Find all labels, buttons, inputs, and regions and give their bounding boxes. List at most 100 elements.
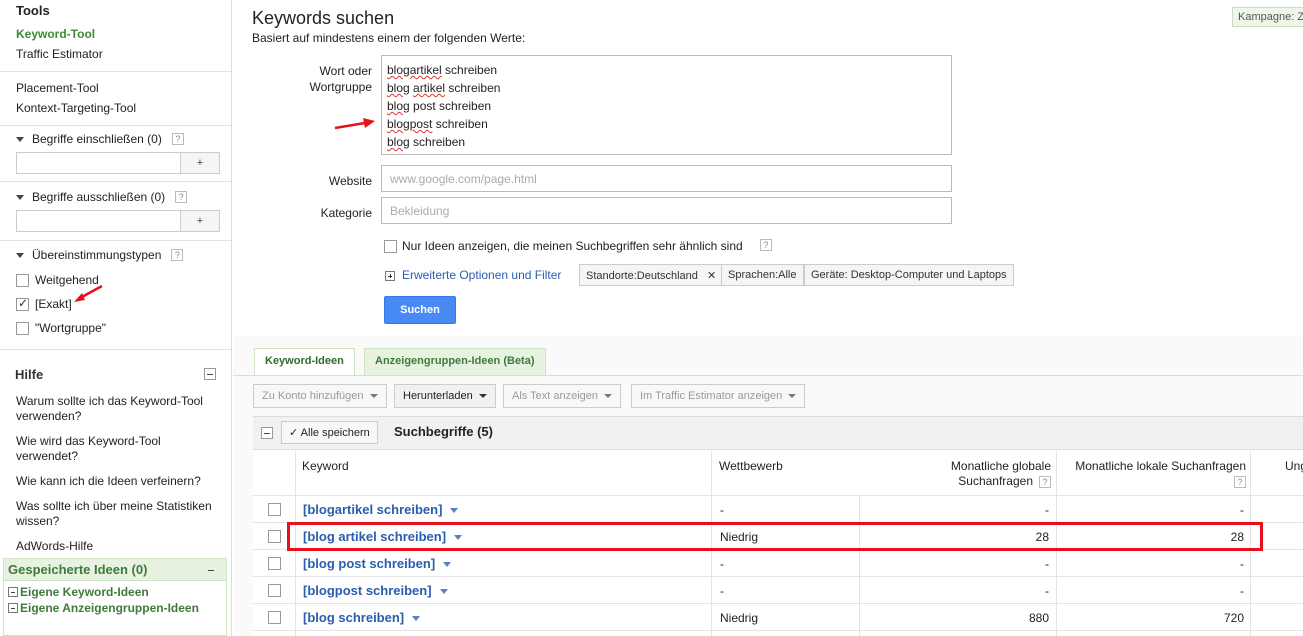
website-input[interactable]: www.google.com/page.html	[381, 165, 952, 192]
search-button[interactable]: Suchen	[384, 296, 456, 324]
save-all-label: Alle speichern	[300, 427, 370, 439]
website-label: Website	[328, 174, 372, 188]
chip-language[interactable]: Sprachen:Alle	[721, 264, 804, 286]
include-add-button[interactable]: +	[180, 152, 220, 174]
help-icon[interactable]: ?	[1234, 476, 1246, 488]
col-global-searches[interactable]: Monatliche globale Suchanfragen?	[900, 459, 1051, 489]
dropdown-arrow-icon[interactable]	[412, 616, 421, 622]
exclude-terms-input[interactable]	[16, 210, 181, 232]
dropdown-arrow-icon[interactable]	[443, 562, 452, 568]
keyword-line: blog post schreiben	[387, 97, 946, 115]
global-searches-cell: -	[1045, 557, 1049, 571]
expand-plus-icon[interactable]	[385, 271, 395, 281]
help-icon[interactable]: ?	[171, 133, 184, 145]
col-global-line-2: Suchanfragen	[958, 474, 1033, 488]
caret-down-icon	[604, 394, 613, 399]
help-link-refine[interactable]: Wie kann ich die Ideen verfeinern?	[16, 474, 226, 489]
check-icon: ✓	[289, 427, 301, 439]
row-checkbox[interactable]	[268, 503, 281, 516]
match-broad-checkbox[interactable]	[16, 274, 29, 287]
tab-adgroup-ideas[interactable]: Anzeigengruppen-Ideen (Beta)	[364, 348, 546, 376]
local-searches-cell: -	[1240, 584, 1244, 598]
saved-keyword-ideas-label: Eigene Keyword-Ideen	[20, 585, 149, 599]
help-icon[interactable]: ?	[171, 249, 184, 261]
sidebar-item-keyword-tool[interactable]: Keyword-Tool	[16, 27, 95, 41]
help-link-how[interactable]: Wie wird das Keyword-Tool verwendet?	[16, 434, 226, 464]
dropdown-arrow-icon[interactable]	[439, 589, 448, 595]
keyword-word: blogpost	[387, 117, 433, 131]
competition-cell: -	[720, 557, 724, 571]
match-exact-label: [Exakt]	[35, 297, 72, 311]
advanced-options-link[interactable]: Erweiterte Optionen und Filter	[402, 268, 561, 282]
local-searches-cell: -	[1240, 503, 1244, 517]
exclude-add-button[interactable]: +	[180, 210, 220, 232]
save-all-button[interactable]: ✓ Alle speichern	[281, 421, 378, 444]
saved-keyword-ideas[interactable]: Eigene Keyword-Ideen	[8, 585, 149, 599]
keywords-textarea[interactable]: blogartikel schreiben blog artikel schre…	[381, 55, 952, 155]
sidebar-item-placement-tool[interactable]: Placement-Tool	[16, 81, 99, 95]
show-as-text-button[interactable]: Als Text anzeigen	[503, 384, 622, 408]
match-phrase-checkbox[interactable]	[16, 322, 29, 335]
match-types-toggle[interactable]: Übereinstimmungstypen ?	[16, 248, 184, 262]
collapse-icon	[8, 603, 18, 613]
download-button[interactable]: Herunterladen	[394, 384, 496, 408]
include-section-toggle[interactable]: Begriffe einschließen (0) ?	[16, 132, 184, 146]
sidebar-item-kontext-targeting-tool[interactable]: Kontext-Targeting-Tool	[16, 101, 136, 115]
exclude-title: Begriffe ausschließen (0)	[32, 190, 166, 204]
help-icon[interactable]: ?	[1039, 476, 1051, 488]
collapse-help-icon[interactable]	[204, 368, 216, 380]
include-terms-input[interactable]	[16, 152, 181, 174]
keyword-word: schreiben	[432, 117, 488, 131]
keyword-link[interactable]: [blogpost schreiben]	[303, 583, 448, 598]
chip-devices[interactable]: Geräte: Desktop-Computer und Laptops	[804, 264, 1014, 286]
match-exact-checkbox[interactable]	[16, 296, 29, 311]
word-label-line-2: Wortgruppe	[309, 80, 372, 94]
caret-down-icon	[478, 394, 487, 399]
keyword-line: blogartikel schreiben	[387, 61, 946, 79]
exclude-section-toggle[interactable]: Begriffe ausschließen (0) ?	[16, 190, 188, 204]
page-subtitle: Basiert auf mindestens einem der folgend…	[252, 31, 526, 45]
category-input[interactable]: Bekleidung	[381, 197, 952, 224]
help-link-why[interactable]: Warum sollte ich das Keyword-Tool verwen…	[16, 394, 226, 424]
campaign-badge[interactable]: Kampagne: Z	[1232, 7, 1303, 27]
col-competition[interactable]: Wettbewerb	[719, 459, 783, 474]
match-types-title: Übereinstimmungstypen	[32, 248, 162, 262]
keyword-word: post schreiben	[409, 99, 492, 113]
collapse-table-icon[interactable]	[261, 427, 273, 439]
traffic-estimator-button[interactable]: Im Traffic Estimator anzeigen	[631, 384, 806, 408]
help-icon[interactable]: ?	[760, 239, 772, 251]
collapse-icon	[8, 587, 18, 597]
dropdown-arrow-icon[interactable]	[450, 508, 459, 514]
collapse-saved-icon[interactable]	[206, 565, 218, 577]
competition-cell: -	[720, 503, 724, 517]
show-as-text-label: Als Text anzeigen	[512, 390, 599, 402]
sidebar-item-traffic-estimator[interactable]: Traffic Estimator	[16, 47, 103, 61]
help-link-stats[interactable]: Was sollte ich über meine Statistiken wi…	[16, 499, 226, 529]
download-label: Herunterladen	[403, 390, 473, 402]
traffic-estimator-label: Im Traffic Estimator anzeigen	[640, 390, 783, 402]
help-icon[interactable]: ?	[175, 191, 188, 203]
divider	[0, 71, 231, 72]
keyword-link[interactable]: [blog schreiben]	[303, 610, 421, 625]
add-to-account-button[interactable]: Zu Konto hinzufügen	[253, 384, 387, 408]
saved-adgroup-ideas[interactable]: Eigene Anzeigengruppen-Ideen	[8, 601, 199, 615]
keyword-link[interactable]: [blogartikel schreiben]	[303, 502, 459, 517]
row-checkbox[interactable]	[268, 584, 281, 597]
row-checkbox[interactable]	[268, 557, 281, 570]
chip-location[interactable]: Standorte:Deutschland ✕	[579, 264, 724, 286]
col-local-searches[interactable]: Monatliche lokale Suchanfragen ?	[1062, 459, 1246, 489]
row-checkbox[interactable]	[268, 611, 281, 624]
global-searches-cell: -	[1045, 503, 1049, 517]
col-extra[interactable]: Ung	[1285, 459, 1303, 474]
similar-only-checkbox[interactable]	[384, 240, 397, 253]
word-label-line-1: Wort oder	[319, 64, 372, 78]
match-phrase-label: "Wortgruppe"	[35, 321, 106, 335]
keyword-link[interactable]: [blog post schreiben]	[303, 556, 452, 571]
col-keyword[interactable]: Keyword	[302, 459, 349, 474]
adwords-help-link[interactable]: AdWords-Hilfe	[16, 539, 226, 554]
row-checkbox[interactable]	[268, 530, 281, 543]
red-arrow-annotation	[74, 284, 103, 302]
close-icon[interactable]: ✕	[707, 270, 716, 282]
word-label: Wort oder Wortgruppe	[300, 63, 372, 95]
tab-keyword-ideas[interactable]: Keyword-Ideen	[254, 348, 355, 376]
